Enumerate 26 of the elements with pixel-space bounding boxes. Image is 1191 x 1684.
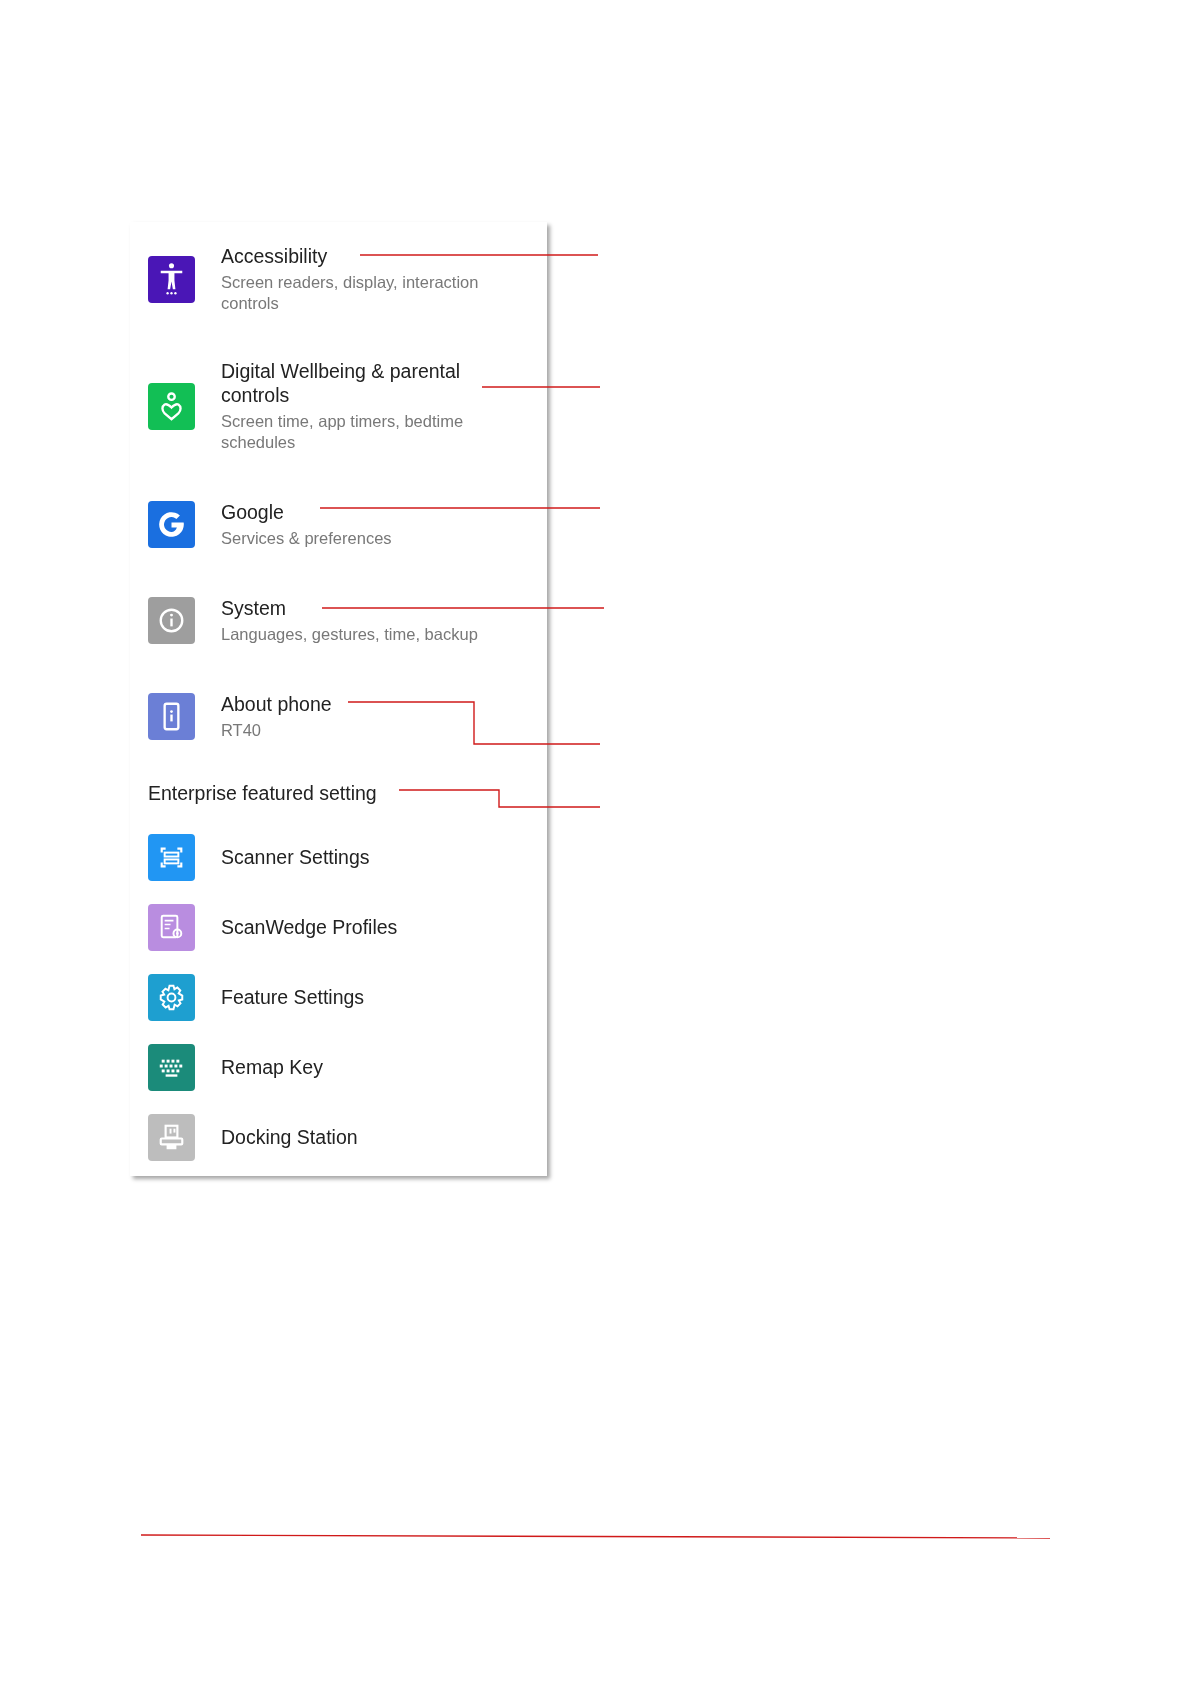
item-title: Docking Station (221, 1125, 358, 1149)
settings-item[interactable]: Google Services & preferences (130, 476, 547, 572)
item-subtitle: Services & preferences (221, 527, 392, 549)
settings-item[interactable]: ScanWedge Profiles (130, 892, 547, 962)
settings-item[interactable]: Docking Station (130, 1102, 547, 1172)
settings-item[interactable]: Accessibility Screen readers, display, interaction controls (130, 222, 547, 336)
item-subtitle: RT40 (221, 719, 262, 741)
item-title: Accessibility (221, 244, 328, 268)
item-title: ScanWedge Profiles (221, 915, 398, 939)
item-title: Google (221, 499, 284, 524)
item-subtitle: Screen readers, display, interaction controls (221, 272, 480, 314)
item-title: About phone (221, 691, 332, 716)
item-subtitle: Screen time, app timers, bedtime schedules (221, 411, 465, 453)
item-title: Digital Wellbeing & parental controls (221, 359, 462, 407)
settings-item[interactable]: System Languages, gestures, time, backup (130, 572, 547, 668)
settings-item[interactable]: Digital Wellbeing & parental controls Screen time, app timers, bedtime schedules (130, 336, 547, 476)
settings-item[interactable]: Remap Key (130, 1032, 547, 1102)
section-header: Enterprise featured setting (148, 781, 377, 805)
settings-item[interactable]: About phone RT40 (130, 668, 547, 764)
settings-item[interactable]: Scanner Settings (130, 822, 547, 892)
settings-item[interactable]: Feature Settings (130, 962, 547, 1032)
item-title: System (221, 595, 286, 620)
item-title: Remap Key (221, 1055, 323, 1079)
item-title: Feature Settings (221, 985, 365, 1009)
item-title: Scanner Settings (221, 845, 370, 869)
item-subtitle: Languages, gestures, time, backup (221, 623, 478, 645)
